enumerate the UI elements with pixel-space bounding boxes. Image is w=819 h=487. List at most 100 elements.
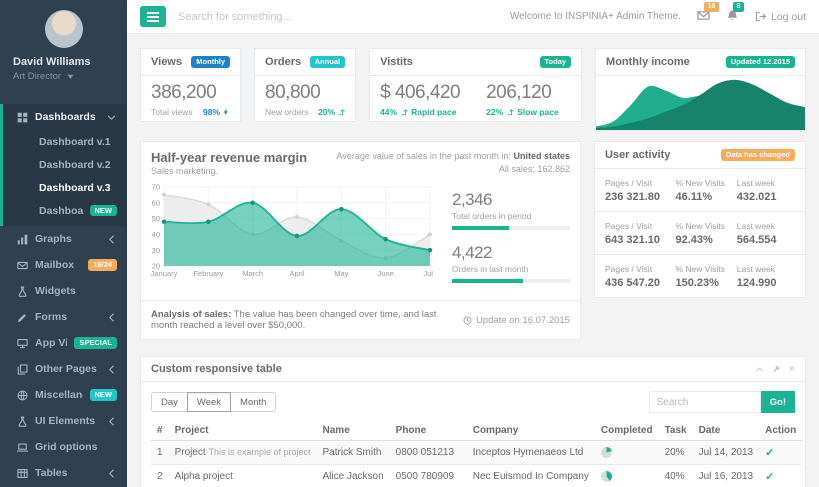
update-note: Update on 16.07.2015 [463,315,570,326]
messages-button[interactable]: 16 [697,9,710,25]
sidebar-item-label: Widgets [35,285,117,297]
progress-bar [452,226,570,230]
sidebar-item-miscellaneous[interactable]: Miscellaneous NEW [0,382,127,408]
pencil-icon [16,312,28,323]
panel-title: User activity [605,149,670,161]
orders-delta: 20% [318,107,345,117]
check-icon[interactable]: ✓ [765,471,774,483]
column-header[interactable]: Action [759,421,802,441]
logout-label: Log out [771,11,806,23]
check-icon[interactable]: ✓ [765,447,774,459]
user-role-dropdown[interactable]: Art Director [13,71,127,82]
visits-note: 44% Rapid pace [380,107,460,117]
go-button[interactable]: Go! [761,391,795,413]
special-badge: SPECIAL [74,337,117,349]
sidebar-item-label: Mailbox [35,259,81,271]
column-header[interactable]: Task [659,421,693,441]
sign-out-icon [755,11,766,22]
sidebar-item-ui-elements[interactable]: UI Elements [0,408,127,434]
activity-row: Pages / Visit436 547.20 % New Visits150.… [595,255,805,297]
sidebar-item-dashboard-v4[interactable]: Dashboard v.4 NEW [3,199,127,222]
sidebar-item-tables[interactable]: Tables [0,460,127,486]
custom-table-panel: Custom responsive table × Day Week Month [140,356,806,487]
column-header[interactable]: Completed [595,421,659,441]
column-header[interactable]: Project [169,421,317,441]
submenu-label: Dashboard v.1 [39,136,117,148]
envelope-icon [16,260,28,271]
notifications-button[interactable]: 8 [726,9,739,25]
wrench-icon[interactable] [772,365,781,374]
column-header[interactable]: Date [693,421,760,441]
svg-text:March: March [242,269,263,278]
week-tab[interactable]: Week [187,392,231,412]
sidebar-item-dashboard-v1[interactable]: Dashboard v.1 [3,130,127,153]
sidebar-item-dashboard-v2[interactable]: Dashboard v.2 [3,153,127,176]
activity-row: Pages / Visit236 321.80 % New Visits46.1… [595,169,805,212]
user-role-label: Art Director [13,71,61,82]
visits-col-1: $ 406,420 44% Rapid pace [380,82,460,117]
dashboards-submenu: Dashboard v.1 Dashboard v.2 Dashboard v.… [3,130,127,226]
level-up-icon [337,108,345,116]
sidebar-item-label: Other Pages [35,363,98,375]
table-row: 2 Alpha project Alice Jackson 0500 78090… [151,465,802,487]
views-label: Total views [151,107,193,117]
svg-text:June: June [378,269,394,278]
revenue-area-chart: 203040506070JanuaryFebruaryMarchAprilMay… [147,182,442,296]
panel-title: Monthly income [606,56,690,68]
completed-pie-icon [601,471,612,482]
desktop-icon [16,338,28,349]
sidebar-item-dashboard-v3[interactable]: Dashboard v.3 [3,176,127,199]
orders-last-month-value: 4,422 [452,243,570,263]
period-button-group: Day Week Month [151,392,276,412]
submenu-label: Dashboard v.4 [39,205,84,217]
collapse-icon[interactable] [755,365,764,374]
logout-button[interactable]: Log out [755,11,806,23]
month-tab[interactable]: Month [230,392,276,412]
column-header[interactable]: Name [317,421,390,441]
level-up-icon [400,108,408,116]
sidebar-item-app-views[interactable]: App Views SPECIAL [0,330,127,356]
bar-chart-icon [16,234,28,245]
sidebar-item-forms[interactable]: Forms [0,304,127,330]
svg-text:30: 30 [152,246,160,255]
column-header[interactable]: # [151,421,169,441]
app-window: David Williams Art Director Dashboards D… [0,0,819,487]
sidebar-toggle-button[interactable] [140,6,166,27]
orders-panel: Orders Annual 80,800 New orders 20% [254,48,356,122]
revenue-note: Average value of sales in the past month… [336,150,569,176]
sidebar-item-grid-options[interactable]: Grid options [0,434,127,460]
table-search-input[interactable] [649,391,761,413]
sidebar-item-label: Tables [35,467,98,479]
visits-value: $ 406,420 [380,82,460,104]
new-badge: NEW [90,389,118,401]
orders-in-period-value: 2,346 [452,190,570,210]
table-search: Go! [649,391,795,413]
sidebar-item-label: Dashboards [35,111,98,123]
sidebar-item-graphs[interactable]: Graphs [0,226,127,252]
today-badge: Today [540,56,572,68]
svg-text:July: July [423,269,433,278]
panel-title: Half-year revenue margin [151,150,307,165]
panel-subtitle: Sales marketing. [151,166,307,176]
column-header[interactable]: Company [467,421,595,441]
views-delta: 98% [203,107,230,117]
svg-text:January: January [151,269,178,278]
sidebar-item-mailbox[interactable]: Mailbox 16/24 [0,252,127,278]
sidebar-item-widgets[interactable]: Widgets [0,278,127,304]
visits-value: 206,120 [486,82,559,104]
sidebar-item-dashboards[interactable]: Dashboards [3,104,127,130]
column-header[interactable]: Phone [390,421,467,441]
topbar: Welcome to INSPINIA+ Admin Theme. 16 8 L… [127,0,819,34]
svg-text:60: 60 [152,198,160,207]
responsive-table: # Project Name Phone Company Completed T… [151,421,802,487]
chevron-left-icon [105,468,117,479]
svg-text:April: April [289,269,304,278]
sidebar-item-other-pages[interactable]: Other Pages [0,356,127,382]
day-tab[interactable]: Day [151,392,188,412]
orders-in-period-label: Total orders in period [452,211,570,221]
chevron-left-icon [105,364,117,375]
clock-icon [463,316,472,325]
search-input[interactable] [178,11,498,23]
sidebar-item-label: Graphs [35,233,98,245]
close-icon[interactable]: × [789,365,795,374]
